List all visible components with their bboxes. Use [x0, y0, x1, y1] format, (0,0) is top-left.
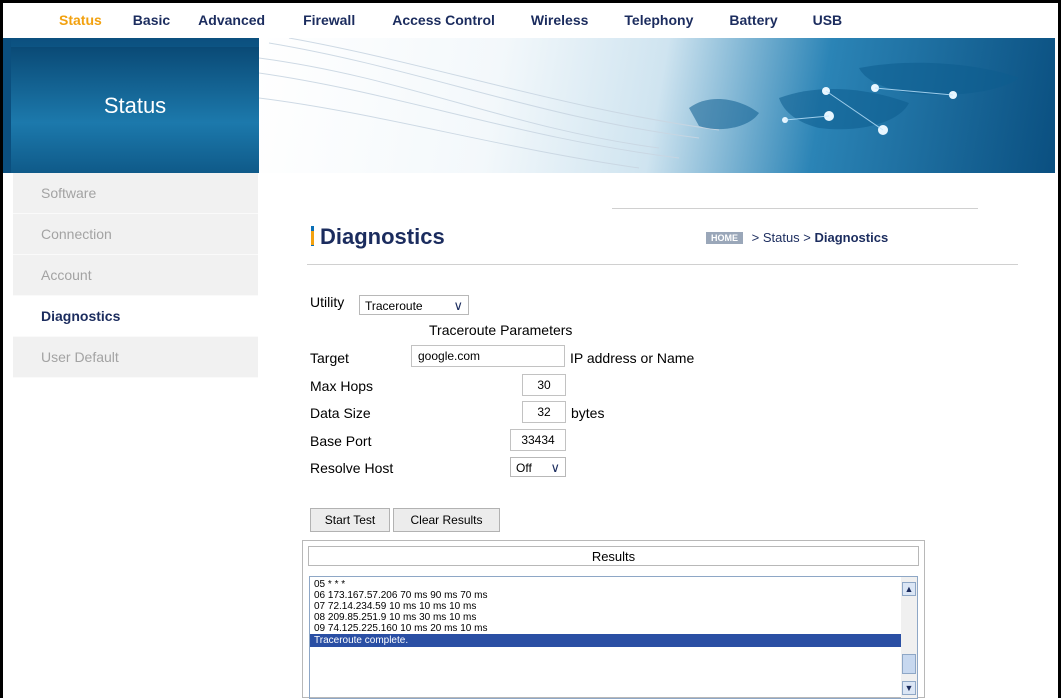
world-map-graphic: [259, 38, 1019, 169]
header-divider-top: [612, 208, 978, 209]
target-label: Target: [310, 350, 349, 366]
utility-label: Utility: [310, 294, 345, 310]
breadcrumb-path: > Status >: [748, 230, 815, 245]
title-accent-bar-orange: [311, 231, 314, 245]
nav-wireless[interactable]: Wireless: [531, 12, 588, 28]
list-item[interactable]: 08 209.85.251.9 10 ms 30 ms 10 ms: [310, 612, 917, 623]
nav-battery[interactable]: Battery: [729, 12, 777, 28]
data-size-unit: bytes: [571, 405, 605, 421]
nav-telephony[interactable]: Telephony: [624, 12, 693, 28]
nav-usb[interactable]: USB: [813, 12, 843, 28]
sidebar-item-account[interactable]: Account: [13, 255, 258, 296]
list-item[interactable]: 06 173.167.57.206 70 ms 90 ms 70 ms: [310, 590, 917, 601]
base-port-input[interactable]: [510, 429, 566, 451]
resolve-host-select[interactable]: Off ∨: [510, 457, 566, 477]
list-item[interactable]: 09 74.125.225.160 10 ms 20 ms 10 ms: [310, 623, 917, 634]
data-size-label: Data Size: [310, 405, 371, 421]
top-nav: Status Basic Advanced Firewall Access Co…: [3, 3, 1055, 36]
resolve-host-label: Resolve Host: [310, 460, 394, 476]
base-port-label: Base Port: [310, 433, 372, 449]
banner-strip: [3, 38, 11, 173]
banner-world-map: [259, 38, 1055, 173]
section-title: Traceroute Parameters: [429, 322, 573, 338]
results-panel: Results 05 * * * 06 173.167.57.206 70 ms…: [302, 540, 925, 699]
target-input[interactable]: [411, 345, 565, 367]
data-size-input[interactable]: [522, 401, 566, 423]
max-hops-input[interactable]: [522, 374, 566, 396]
chevron-down-icon: ∨: [453, 298, 463, 313]
sidebar-item-software[interactable]: Software: [13, 173, 258, 214]
sidebar-item-connection[interactable]: Connection: [13, 214, 258, 255]
nav-status[interactable]: Status: [59, 12, 102, 28]
breadcrumb: HOME > Status > Diagnostics: [706, 230, 888, 245]
resolve-host-value: Off: [516, 461, 532, 475]
utility-select-value: Traceroute: [365, 299, 423, 313]
nav-firewall[interactable]: Firewall: [303, 12, 355, 28]
sidebar-item-diagnostics[interactable]: Diagnostics: [13, 296, 258, 337]
sidebar: Software Connection Account Diagnostics …: [13, 173, 258, 378]
nav-access-control[interactable]: Access Control: [392, 12, 495, 28]
list-item-selected[interactable]: Traceroute complete.: [310, 634, 917, 647]
max-hops-label: Max Hops: [310, 378, 374, 394]
list-item[interactable]: 07 72.14.234.59 10 ms 10 ms 10 ms: [310, 601, 917, 612]
scrollbar-thumb[interactable]: [902, 654, 916, 674]
results-header: Results: [308, 546, 919, 566]
start-test-button[interactable]: Start Test: [310, 508, 390, 532]
clear-results-button[interactable]: Clear Results: [393, 508, 500, 532]
home-icon[interactable]: HOME: [706, 232, 743, 244]
utility-select[interactable]: Traceroute ∨: [359, 295, 469, 315]
sidebar-item-user-default[interactable]: User Default: [13, 337, 258, 378]
chevron-down-icon: ∨: [550, 460, 560, 475]
scroll-down-icon[interactable]: ▼: [902, 681, 916, 695]
header-divider: [307, 264, 1018, 265]
page-title: Diagnostics: [320, 224, 445, 249]
banner-section: Status: [11, 47, 259, 173]
results-list[interactable]: 05 * * * 06 173.167.57.206 70 ms 90 ms 7…: [309, 576, 918, 699]
scroll-up-icon[interactable]: ▲: [902, 582, 916, 596]
nav-advanced[interactable]: Advanced: [198, 12, 265, 28]
banner: Status: [3, 38, 1055, 173]
banner-title: Status: [103, 93, 167, 118]
results-scrollbar[interactable]: ▲ ▼: [901, 577, 917, 698]
nav-basic[interactable]: Basic: [133, 12, 170, 28]
target-hint: IP address or Name: [570, 350, 695, 366]
list-item[interactable]: 05 * * *: [310, 579, 917, 590]
breadcrumb-current: Diagnostics: [814, 230, 889, 245]
